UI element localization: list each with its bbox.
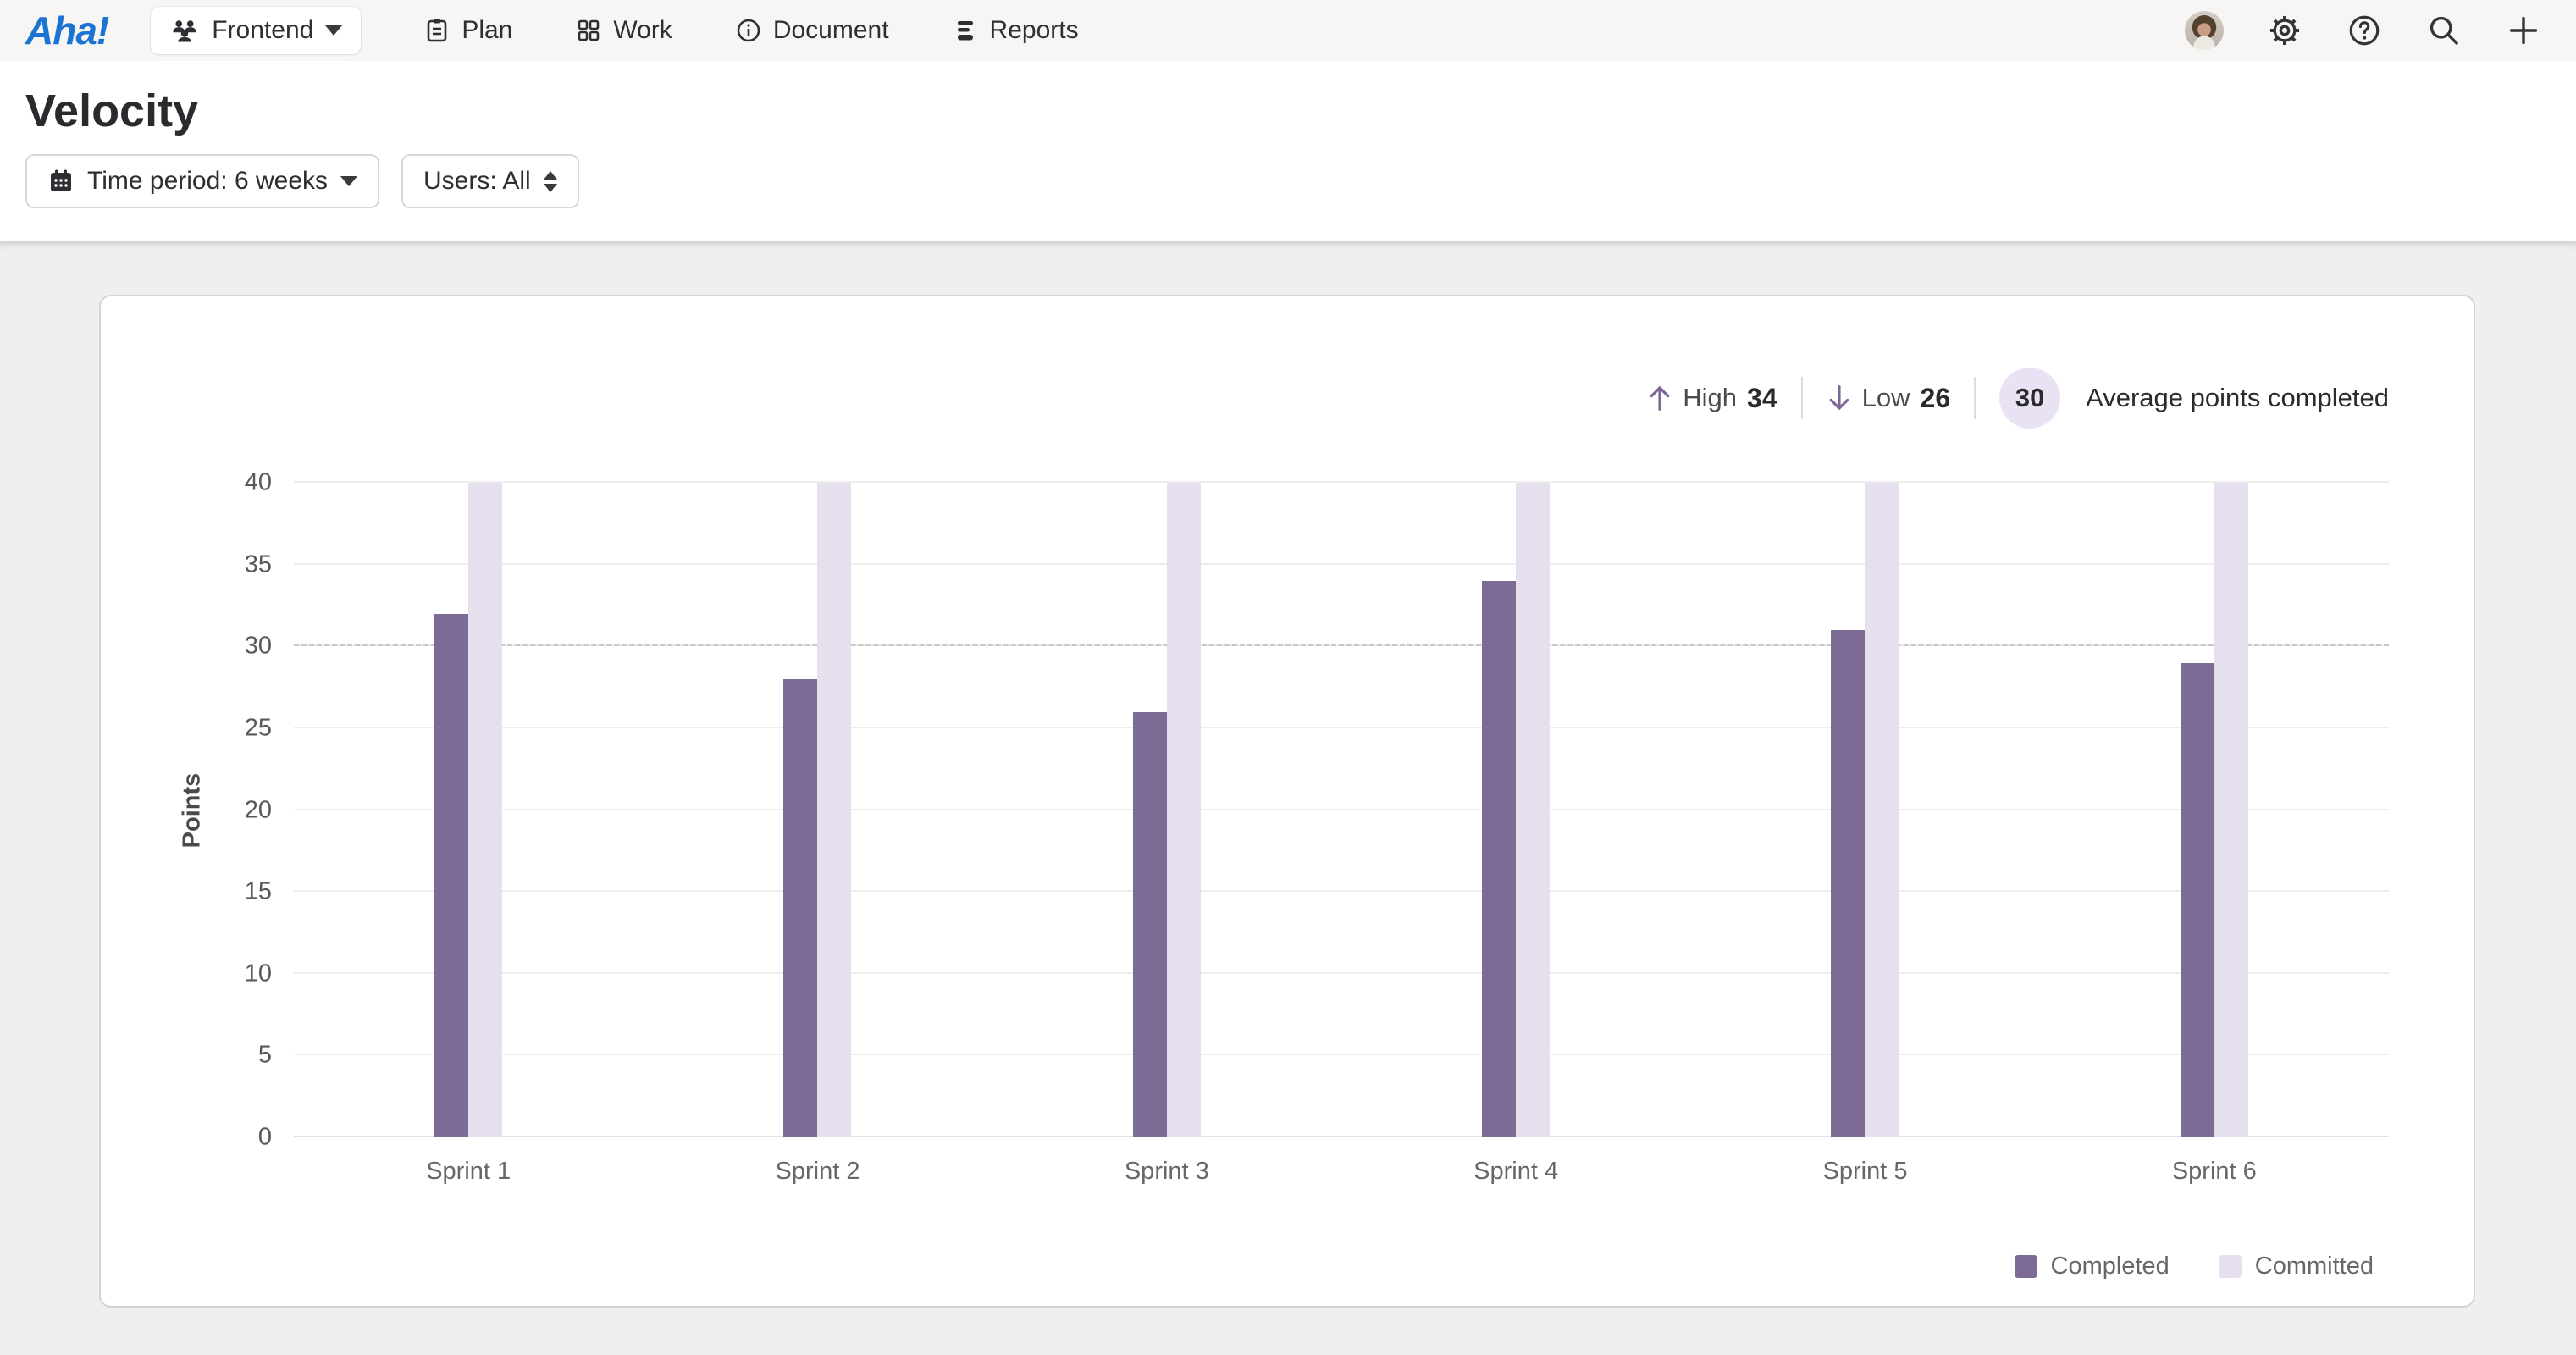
report-content: High 34 Low 26 30 Average points complet… — [0, 241, 2576, 1355]
nav-item-reports[interactable]: Reports — [952, 16, 1079, 45]
low-stat: Low 26 — [1827, 383, 1950, 414]
y-tick-label: 0 — [258, 1124, 272, 1152]
aha-logo[interactable]: Aha! — [25, 8, 108, 53]
grid-icon — [575, 17, 602, 44]
committed-bar[interactable] — [2214, 483, 2248, 1137]
calendar-icon — [47, 168, 75, 195]
velocity-bar-chart: Points 0510152025303540 Sprint 1Sprint 2… — [169, 483, 2389, 1280]
committed-bar[interactable] — [1865, 483, 1899, 1137]
report-rows-icon — [952, 17, 979, 44]
time-period-label: Time period: 6 weeks — [87, 167, 328, 196]
completed-bar[interactable] — [783, 679, 817, 1137]
y-tick-label: 35 — [245, 550, 272, 578]
x-axis-label: Sprint 5 — [1690, 1158, 2039, 1188]
workspace-label: Frontend — [212, 16, 313, 45]
y-tick-label: 5 — [258, 1042, 272, 1070]
nav-item-label: Document — [773, 16, 889, 45]
y-axis-title-col: Points — [169, 483, 216, 1137]
average-badge: 30 — [1999, 368, 2060, 429]
search-icon[interactable] — [2425, 12, 2463, 49]
y-tick-label: 25 — [245, 714, 272, 742]
completed-bar[interactable] — [1831, 630, 1865, 1137]
nav-right-controls — [2185, 11, 2542, 50]
nav-item-label: Plan — [462, 16, 512, 45]
nav-item-label: Work — [613, 16, 672, 45]
completed-bar[interactable] — [1482, 581, 1516, 1137]
legend-item-committed[interactable]: Committed — [2219, 1253, 2374, 1280]
y-tick-label: 10 — [245, 960, 272, 987]
page-title: Velocity — [25, 85, 2551, 137]
stats-divider — [1801, 377, 1803, 419]
committed-bar[interactable] — [1167, 483, 1201, 1137]
bar-group — [1341, 483, 1690, 1137]
plot-column: Sprint 1Sprint 2Sprint 3Sprint 4Sprint 5… — [294, 483, 2389, 1280]
committed-swatch — [2219, 1255, 2242, 1278]
info-circle-icon — [735, 17, 762, 44]
workspace-selector[interactable]: Frontend — [151, 7, 361, 54]
arrow-up-icon — [1647, 384, 1672, 412]
x-axis-label: Sprint 2 — [643, 1158, 992, 1188]
users-group-icon — [169, 15, 200, 46]
users-filter[interactable]: Users: All — [401, 154, 579, 208]
y-axis-ticks: 0510152025303540 — [216, 483, 294, 1137]
filter-row: Time period: 6 weeks Users: All — [25, 154, 2551, 208]
chevron-down-icon — [340, 176, 357, 186]
y-tick-label: 20 — [245, 796, 272, 824]
arrow-down-icon — [1827, 384, 1852, 412]
user-avatar[interactable] — [2185, 11, 2224, 50]
low-value: 26 — [1921, 383, 1951, 414]
completed-swatch — [2015, 1255, 2037, 1278]
select-arrows-icon — [544, 171, 557, 192]
y-tick-label: 40 — [245, 469, 272, 497]
chevron-down-icon — [325, 25, 342, 36]
y-tick-label: 15 — [245, 878, 272, 906]
completed-bar[interactable] — [2181, 663, 2214, 1137]
high-value: 34 — [1747, 383, 1777, 414]
low-label: Low — [1862, 383, 1910, 413]
y-tick-label: 30 — [245, 633, 272, 661]
nav-item-plan[interactable]: Plan — [423, 16, 512, 45]
chart-legend: Completed Committed — [294, 1253, 2389, 1280]
page-header: Velocity Time period: 6 weeks Users: All — [0, 61, 2576, 241]
high-stat: High 34 — [1647, 383, 1777, 414]
completed-bar[interactable] — [1133, 712, 1167, 1137]
stats-row: High 34 Low 26 30 Average points complet… — [169, 368, 2389, 429]
legend-label: Committed — [2255, 1253, 2374, 1280]
bar-group — [1690, 483, 2039, 1137]
legend-label: Completed — [2051, 1253, 2170, 1280]
plot-area — [294, 483, 2389, 1137]
x-axis-label: Sprint 1 — [294, 1158, 643, 1188]
users-filter-label: Users: All — [423, 167, 531, 196]
bar-group — [992, 483, 1341, 1137]
velocity-chart-card: High 34 Low 26 30 Average points complet… — [99, 295, 2475, 1308]
nav-item-document[interactable]: Document — [735, 16, 889, 45]
help-icon[interactable] — [2346, 12, 2383, 49]
gear-icon[interactable] — [2266, 12, 2303, 49]
nav-item-work[interactable]: Work — [575, 16, 672, 45]
bar-group — [643, 483, 992, 1137]
x-axis-label: Sprint 6 — [2040, 1158, 2389, 1188]
committed-bar[interactable] — [468, 483, 502, 1137]
x-axis-label: Sprint 3 — [992, 1158, 1341, 1188]
y-axis-title: Points — [179, 772, 207, 848]
average-label: Average points completed — [2086, 383, 2389, 413]
committed-bar[interactable] — [1516, 483, 1550, 1137]
high-label: High — [1683, 383, 1737, 413]
x-axis-labels: Sprint 1Sprint 2Sprint 3Sprint 4Sprint 5… — [294, 1158, 2389, 1188]
clipboard-icon — [423, 17, 451, 44]
plus-icon[interactable] — [2505, 12, 2542, 49]
completed-bar[interactable] — [434, 614, 468, 1137]
x-axis-label: Sprint 4 — [1341, 1158, 1690, 1188]
stats-divider — [1974, 377, 1976, 419]
committed-bar[interactable] — [817, 483, 851, 1137]
time-period-filter[interactable]: Time period: 6 weeks — [25, 154, 379, 208]
bar-groups — [294, 483, 2389, 1137]
legend-item-completed[interactable]: Completed — [2015, 1253, 2170, 1280]
bar-group — [2040, 483, 2389, 1137]
bar-group — [294, 483, 643, 1137]
top-nav: Aha! Frontend Plan — [0, 0, 2576, 61]
nav-item-label: Reports — [990, 16, 1079, 45]
